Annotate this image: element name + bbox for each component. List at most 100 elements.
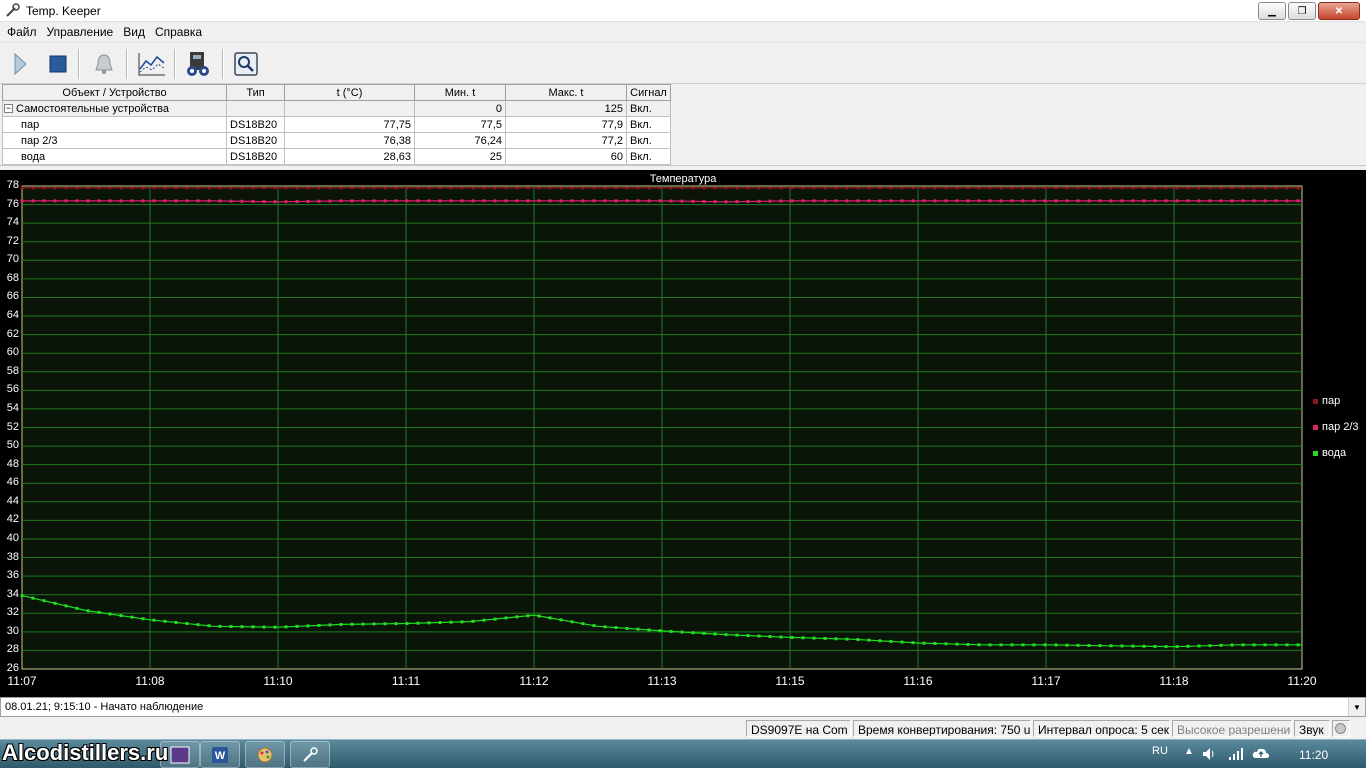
- series-marker: [53, 186, 57, 190]
- toolbar-separator: [78, 49, 80, 79]
- group-max: 125: [505, 100, 627, 117]
- legend-swatch: [1313, 424, 1318, 430]
- taskbar-temp-keeper[interactable]: [290, 741, 330, 768]
- taskbar-word[interactable]: W: [200, 741, 240, 768]
- alarm-button[interactable]: [88, 48, 120, 80]
- minimize-button[interactable]: ▁: [1258, 2, 1286, 20]
- menu-help[interactable]: Справка: [150, 25, 207, 39]
- language-indicator[interactable]: RU: [1152, 745, 1168, 757]
- table-row[interactable]: пар DS18B20 77,75 77,5 77,9 Вкл.: [2, 116, 671, 133]
- series-marker: [658, 186, 662, 190]
- series-marker: [878, 199, 882, 203]
- series-marker: [1087, 643, 1091, 647]
- series-marker: [1186, 186, 1190, 190]
- series-marker: [141, 186, 145, 190]
- series-marker: [306, 199, 310, 203]
- taskbar-paint[interactable]: [245, 741, 285, 768]
- menu-view[interactable]: Вид: [118, 25, 150, 39]
- table-group-row[interactable]: − Самостоятельные устройства 0 125 Вкл.: [2, 100, 671, 117]
- series-marker: [680, 186, 684, 190]
- start-button[interactable]: [4, 48, 36, 80]
- volume-icon[interactable]: [1202, 747, 1218, 761]
- device-name: вода: [2, 148, 227, 165]
- col-header-object[interactable]: Объект / Устройство: [2, 84, 227, 101]
- status-sound[interactable]: Звук: [1294, 720, 1330, 737]
- device-type: DS18B20: [226, 116, 285, 133]
- series-marker: [889, 199, 893, 203]
- device-signal: Вкл.: [626, 132, 671, 149]
- series-marker: [592, 186, 596, 190]
- x-tick-label: 11:17: [1031, 674, 1061, 688]
- series-marker: [999, 199, 1003, 203]
- series-marker: [636, 186, 640, 190]
- series-marker: [625, 626, 629, 630]
- y-tick-label: 60: [6, 346, 19, 359]
- series-marker: [504, 186, 508, 190]
- tray-expand-icon[interactable]: ▲: [1184, 746, 1194, 757]
- series-marker: [1241, 643, 1245, 647]
- series-marker: [1021, 186, 1025, 190]
- series-marker: [339, 622, 343, 626]
- dropdown-arrow-icon[interactable]: ▼: [1348, 698, 1365, 716]
- series-marker: [1230, 643, 1234, 647]
- series-marker: [911, 641, 915, 645]
- series-marker: [790, 186, 794, 190]
- series-marker: [295, 200, 299, 204]
- series-marker: [889, 639, 893, 643]
- series-marker: [757, 199, 761, 203]
- menu-control[interactable]: Управление: [42, 25, 119, 39]
- series-marker: [328, 186, 332, 190]
- series-marker: [1285, 199, 1289, 203]
- series-marker: [922, 186, 926, 190]
- properties-button[interactable]: [230, 48, 262, 80]
- table-row[interactable]: вода DS18B20 28,63 25 60 Вкл.: [2, 148, 671, 165]
- series-marker: [702, 199, 706, 203]
- menu-file[interactable]: Файл: [2, 25, 42, 39]
- word-icon: W: [212, 746, 228, 763]
- series-marker: [339, 199, 343, 203]
- graph-button[interactable]: [136, 48, 168, 80]
- series-marker: [1153, 186, 1157, 190]
- temp-keeper-icon: [303, 746, 318, 762]
- table-row[interactable]: пар 2/3 DS18B20 76,38 76,24 77,2 Вкл.: [2, 132, 671, 149]
- device-type: DS18B20: [226, 132, 285, 149]
- series-marker: [900, 199, 904, 203]
- event-log-combo[interactable]: 08.01.21; 9:15:10 - Начато наблюдение ▼: [0, 697, 1366, 717]
- signal-icon[interactable]: [1228, 747, 1244, 761]
- series-marker: [1230, 186, 1234, 190]
- maximize-button[interactable]: ❐: [1288, 2, 1316, 20]
- series-marker: [471, 186, 475, 190]
- device-settings-button[interactable]: [182, 48, 214, 80]
- col-header-type[interactable]: Тип: [226, 84, 285, 101]
- col-header-signal[interactable]: Сигнал: [626, 84, 671, 101]
- series-marker: [988, 186, 992, 190]
- col-header-max[interactable]: Макс. t: [505, 84, 627, 101]
- series-marker: [1010, 186, 1014, 190]
- series-marker: [31, 596, 35, 600]
- device-table: Объект / Устройство Тип t (°C) Мин. t Ма…: [2, 84, 671, 165]
- series-marker: [834, 199, 838, 203]
- legend-item: пар 2/3: [1313, 421, 1359, 433]
- series-marker: [416, 199, 420, 203]
- series-marker: [350, 622, 354, 626]
- series-marker: [1296, 199, 1300, 203]
- series-marker: [1131, 199, 1135, 203]
- close-button[interactable]: ✕: [1318, 2, 1360, 20]
- stop-button[interactable]: [42, 48, 74, 80]
- series-marker: [691, 631, 695, 635]
- series-marker: [1186, 644, 1190, 648]
- series-marker: [757, 634, 761, 638]
- col-header-temp[interactable]: t (°C): [284, 84, 415, 101]
- series-marker: [405, 186, 409, 190]
- col-header-min[interactable]: Мин. t: [414, 84, 506, 101]
- series-marker: [75, 606, 79, 610]
- cloud-upload-icon[interactable]: [1252, 746, 1270, 762]
- clock-time[interactable]: 11:20: [1299, 748, 1328, 762]
- collapse-icon[interactable]: −: [4, 104, 13, 114]
- series-marker: [1032, 186, 1036, 190]
- series-marker: [1054, 643, 1058, 647]
- series-marker: [361, 199, 365, 203]
- device-type: DS18B20: [226, 148, 285, 165]
- series-marker: [999, 186, 1003, 190]
- series-marker: [141, 617, 145, 621]
